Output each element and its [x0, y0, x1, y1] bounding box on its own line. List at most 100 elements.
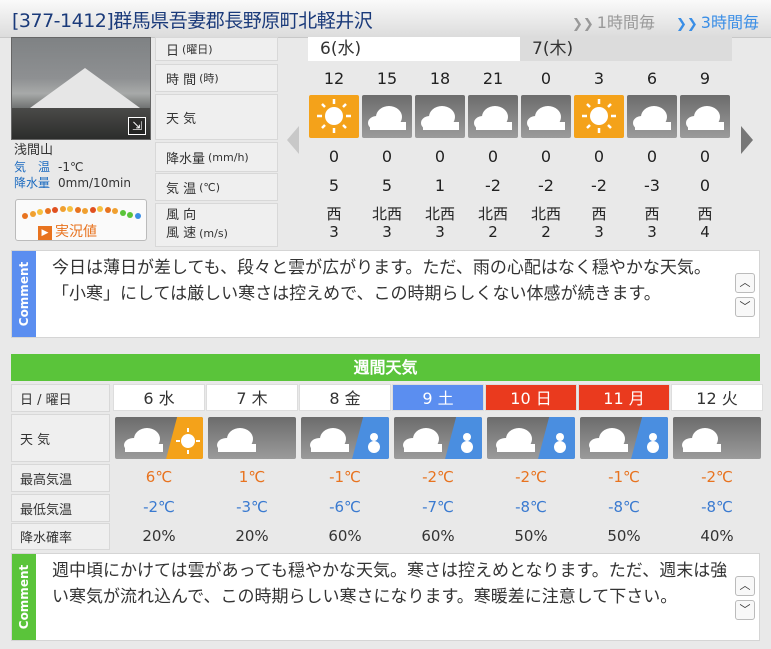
row-label-rain: 降水量 (mm/h) [155, 142, 278, 172]
mode-1hour-link[interactable]: ❯❯ 1時間毎 [572, 9, 655, 33]
cloudy-icon [673, 417, 761, 459]
rain-cell: 0 [699, 147, 711, 166]
cloud-snow-icon [301, 417, 389, 459]
scroll-down-icon[interactable]: ﹀ [735, 297, 755, 317]
wind-dir: 北西 [477, 205, 508, 223]
weekly-high-cell: -1℃ [329, 468, 361, 486]
mode-3hour-link[interactable]: ❯❯ 3時間毎 [676, 9, 759, 33]
prev-arrow-icon[interactable] [287, 126, 299, 154]
weekly-low-cell: -8℃ [701, 498, 733, 516]
location-title: [377-1412]群馬県吾妻郡長野原町北軽井沢 [12, 10, 373, 32]
observation-dot [127, 212, 133, 218]
wind-speed: 2 [488, 223, 498, 241]
weekly-day-header: 10 日 [485, 384, 577, 411]
observation-dot [67, 206, 73, 212]
livecam-rain-label: 降水量 [14, 176, 51, 190]
chevron-right-icon: ❯❯ [572, 17, 594, 32]
expand-icon[interactable]: ⇲ [128, 117, 146, 135]
observation-dot [112, 208, 118, 214]
cloudy-icon [680, 95, 730, 138]
weekly-high-cell: 6℃ [145, 468, 173, 486]
comment-tag-label: Comment [17, 564, 31, 630]
weekly-pop-cell: 60% [421, 527, 455, 545]
scroll-up-icon[interactable]: ︿ [735, 576, 755, 596]
weekly-high-cell: -2℃ [422, 468, 454, 486]
mountain-image [30, 68, 140, 108]
observation-dot [29, 211, 36, 217]
comment-box-weekly: Comment 週中頃にかけては雲があっても穏やかな天気。寒さは控えめとなります… [11, 553, 760, 641]
rain-cell: 0 [487, 147, 499, 166]
weekly-low-cell: -2℃ [143, 498, 175, 516]
label-time: 時 間 [166, 72, 197, 88]
observation-dots-icon [22, 205, 142, 219]
hour-cell: 18 [429, 69, 451, 88]
rain-cell: 0 [434, 147, 446, 166]
wind-cell: 西3 [309, 205, 359, 245]
livecam-info: 浅間山 気 温 -1℃ 降水量 0mm/10min [14, 143, 154, 191]
weekly-title: 週間天気 [11, 354, 760, 381]
observation-dot [134, 213, 141, 219]
hour-cell: 3 [593, 69, 605, 88]
wind-speed: 3 [329, 223, 339, 241]
day-header-2: 7(木) [520, 37, 732, 61]
hour-cell: 12 [323, 69, 345, 88]
rain-cell: 0 [381, 147, 393, 166]
chevron-right-icon: ❯❯ [676, 17, 698, 32]
wind-speed: 3 [647, 223, 657, 241]
observation-dot [104, 207, 111, 213]
day-header-1: 6(水) [308, 37, 520, 61]
wind-speed: 2 [541, 223, 551, 241]
rain-cell: 0 [328, 147, 340, 166]
observation-dot [37, 209, 43, 215]
weekly-day-header: 6 水 [113, 384, 205, 411]
observation-button-label: 実況値 [55, 224, 97, 240]
weekly-pop-cell: 20% [235, 527, 269, 545]
rain-cell: 0 [646, 147, 658, 166]
weekly-high-cell: 1℃ [238, 468, 266, 486]
observation-button[interactable]: ▶ 実況値 [15, 199, 147, 241]
wind-cell: 北西 3 [362, 205, 412, 245]
wind-dir: 西 [326, 205, 342, 223]
weekly-day-header: 11 月 [578, 384, 670, 411]
wind-cell: 北西 3 [415, 205, 465, 245]
label-time-sub: (時) [199, 72, 219, 85]
observation-dot [44, 208, 51, 214]
temp-cell: -2 [485, 176, 501, 195]
observation-dot [119, 210, 126, 216]
weekly-label-high: 最高気温 [11, 464, 110, 492]
row-label-wind: 風 向 風 速 (m/s) [155, 203, 278, 247]
weekly-label-low: 最低気温 [11, 494, 110, 522]
label-wind-sub: (m/s) [199, 227, 228, 240]
scroll-up-icon[interactable]: ︿ [735, 273, 755, 293]
weekly-pop-cell: 50% [514, 527, 548, 545]
weekly-pop-cell: 40% [700, 527, 734, 545]
comment-text: 今日は薄日が差しても、段々と雲が広がります。ただ、雨の心配はなく穏やかな天気。「… [52, 258, 711, 304]
label-rain: 降水量 [166, 151, 206, 167]
temp-cell: -2 [538, 176, 554, 195]
rain-cell: 0 [593, 147, 605, 166]
rain-cell: 0 [540, 147, 552, 166]
cloudy-icon [468, 95, 518, 138]
weekly-high-cell: -2℃ [515, 468, 547, 486]
scroll-down-icon[interactable]: ﹀ [735, 600, 755, 620]
wind-dir: 北西 [530, 205, 561, 223]
livecam-place: 浅間山 [14, 143, 54, 158]
observation-dot [22, 213, 28, 219]
weekly-low-cell: -7℃ [422, 498, 454, 516]
observation-dot [59, 206, 66, 212]
temp-cell: -3 [644, 176, 660, 195]
livecam-temp-value: -1℃ [58, 160, 84, 174]
next-arrow-icon[interactable] [741, 126, 753, 154]
cloud-snow-icon [580, 417, 668, 459]
weekly-pop-cell: 20% [142, 527, 176, 545]
hour-cell: 9 [699, 69, 711, 88]
temp-cell: 0 [699, 176, 711, 195]
row-label-day: 日 (曜日) [155, 37, 278, 61]
temp-cell: 1 [434, 176, 446, 195]
livecam-image[interactable]: ⇲ [11, 37, 151, 140]
label-rain-sub: (mm/h) [208, 150, 249, 164]
wind-speed: 3 [382, 223, 392, 241]
cloudy-icon [521, 95, 571, 138]
wind-dir: 北西 [424, 205, 455, 223]
play-icon: ▶ [38, 226, 52, 240]
